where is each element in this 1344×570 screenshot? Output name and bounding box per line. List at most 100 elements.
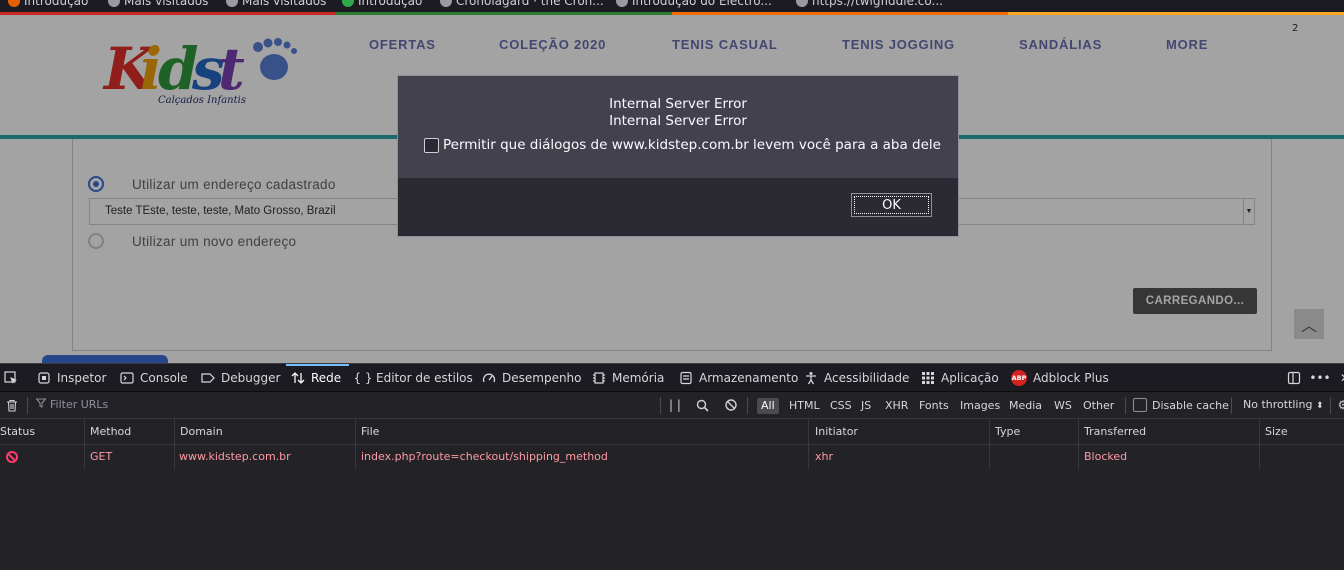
globe-icon xyxy=(796,0,808,7)
column-domain[interactable]: Domain xyxy=(180,419,223,445)
filter-ws[interactable]: WS xyxy=(1050,398,1076,414)
column-divider[interactable] xyxy=(355,419,356,445)
gear-icon[interactable]: ⚙ xyxy=(1334,396,1344,414)
adblock-plus-icon: ABP xyxy=(1011,370,1027,386)
disable-cache-option[interactable]: Disable cache xyxy=(1133,398,1229,412)
column-divider[interactable] xyxy=(808,419,809,445)
search-icon[interactable] xyxy=(693,396,711,414)
gear-icon xyxy=(226,0,238,7)
filter-xhr[interactable]: XHR xyxy=(881,398,912,414)
network-icon xyxy=(291,371,305,385)
column-initiator[interactable]: Initiator xyxy=(815,419,858,445)
element-picker-button[interactable] xyxy=(4,364,18,392)
column-divider[interactable] xyxy=(1078,419,1079,445)
column-size[interactable]: Size xyxy=(1265,419,1288,445)
globe-icon xyxy=(440,0,452,7)
bookmark-item[interactable]: Mais visitados xyxy=(108,0,208,8)
column-divider[interactable] xyxy=(174,419,175,445)
table-row[interactable]: GET www.kidstep.com.br index.php?route=c… xyxy=(0,445,1344,469)
console-icon xyxy=(120,371,134,385)
tab-desempenho[interactable]: Desempenho xyxy=(482,364,582,392)
toolbar-divider xyxy=(27,397,28,414)
blocked-icon xyxy=(6,451,18,463)
bookmark-item[interactable]: Introdução xyxy=(342,0,422,8)
allow-dialogs-checkbox[interactable] xyxy=(424,137,439,153)
column-file[interactable]: File xyxy=(361,419,379,445)
firefox-icon xyxy=(8,0,20,7)
cell-transferred: Blocked xyxy=(1084,450,1128,463)
chevron-updown-icon: ⬍ xyxy=(1315,401,1324,411)
toolbar-divider xyxy=(1125,397,1126,414)
tab-adblock-plus[interactable]: ABP Adblock Plus xyxy=(1011,364,1109,392)
bookmark-item[interactable]: Cronolâgard · the Cron... xyxy=(440,0,604,8)
filter-all[interactable]: All xyxy=(757,398,779,414)
column-transferred[interactable]: Transferred xyxy=(1084,419,1146,445)
dock-side-icon xyxy=(1287,371,1301,385)
dialog-body: Internal Server Error Internal Server Er… xyxy=(398,76,958,178)
bookmark-item[interactable]: Introdução do Electro... xyxy=(616,0,772,8)
tab-console[interactable]: Console xyxy=(120,364,188,392)
cell-method: GET xyxy=(90,450,113,463)
element-picker-icon xyxy=(4,371,18,385)
tab-acessibilidade[interactable]: Acessibilidade xyxy=(804,364,909,392)
storage-icon xyxy=(679,371,693,385)
column-method[interactable]: Method xyxy=(90,419,131,445)
bookmarks-bar: Introdução Mais visitados Mais visitados… xyxy=(0,0,1344,12)
cell-divider xyxy=(989,445,990,469)
filter-html[interactable]: HTML xyxy=(785,398,824,414)
globe-icon xyxy=(616,0,628,7)
cell-file: index.php?route=checkout/shipping_method xyxy=(361,450,608,463)
filter-media[interactable]: Media xyxy=(1005,398,1046,414)
filter-js[interactable]: JS xyxy=(857,398,875,414)
disable-cache-checkbox[interactable] xyxy=(1133,398,1147,412)
column-status[interactable]: Status xyxy=(0,419,35,445)
column-type[interactable]: Type xyxy=(995,419,1020,445)
tab-memoria[interactable]: Memória xyxy=(592,364,664,392)
dialog-message-line-2: Internal Server Error xyxy=(609,113,747,129)
cell-domain: www.kidstep.com.br xyxy=(179,450,291,463)
requests-table-header: Status Method Domain File Initiator Type… xyxy=(0,419,1344,445)
filter-images[interactable]: Images xyxy=(956,398,1004,414)
allow-dialogs-label: Permitir que diálogos de www.kidstep.com… xyxy=(443,137,941,153)
performance-icon xyxy=(482,371,496,385)
throttling-select[interactable]: No throttling ⬍ xyxy=(1243,398,1324,411)
ellipsis-icon: ••• xyxy=(1309,371,1331,385)
column-divider[interactable] xyxy=(84,419,85,445)
column-divider[interactable] xyxy=(1259,419,1260,445)
inspector-icon xyxy=(37,371,51,385)
devtools-panel: Inspetor Console Debugger Rede { } Edito… xyxy=(0,363,1344,570)
trash-icon[interactable] xyxy=(3,396,21,414)
filter-urls-input[interactable]: Filter URLs xyxy=(35,398,108,411)
style-editor-icon: { } xyxy=(353,371,373,385)
toolbar-divider xyxy=(660,397,661,414)
cell-divider xyxy=(84,445,85,469)
tab-armazenamento[interactable]: Armazenamento xyxy=(679,364,798,392)
bookmark-item[interactable]: Mais visitados xyxy=(226,0,326,8)
debugger-icon xyxy=(201,371,215,385)
tab-debugger[interactable]: Debugger xyxy=(201,364,280,392)
allow-dialogs-option[interactable]: Permitir que diálogos de www.kidstep.com… xyxy=(424,137,941,153)
block-icon[interactable] xyxy=(722,396,740,414)
bookmark-item[interactable]: https://twigfiddle.co... xyxy=(796,0,943,8)
tab-aplicacao[interactable]: Aplicação xyxy=(921,364,999,392)
tab-inspetor[interactable]: Inspetor xyxy=(37,364,106,392)
filter-fonts[interactable]: Fonts xyxy=(915,398,953,414)
close-devtools-button[interactable]: ✕ xyxy=(1338,364,1344,392)
column-divider[interactable] xyxy=(989,419,990,445)
more-options-button[interactable]: ••• xyxy=(1309,364,1331,392)
memory-icon xyxy=(592,371,606,385)
filter-other[interactable]: Other xyxy=(1079,398,1118,414)
network-toolbar: Filter URLs | | All HTML CSS JS XHR Font… xyxy=(0,392,1344,419)
filter-css[interactable]: CSS xyxy=(826,398,856,414)
ok-button[interactable]: OK xyxy=(851,193,932,217)
application-icon xyxy=(921,371,935,385)
close-icon: ✕ xyxy=(1338,371,1344,385)
tab-rede[interactable]: Rede xyxy=(285,364,350,392)
accessibility-icon xyxy=(804,371,818,385)
dock-side-button[interactable] xyxy=(1287,364,1301,392)
bookmark-item[interactable]: Introdução xyxy=(8,0,88,8)
pause-icon[interactable]: | | xyxy=(666,396,684,414)
cell-divider xyxy=(355,445,356,469)
tab-editor-de-estilos[interactable]: { } Editor de estilos xyxy=(353,364,472,392)
toolbar-divider xyxy=(747,397,748,414)
